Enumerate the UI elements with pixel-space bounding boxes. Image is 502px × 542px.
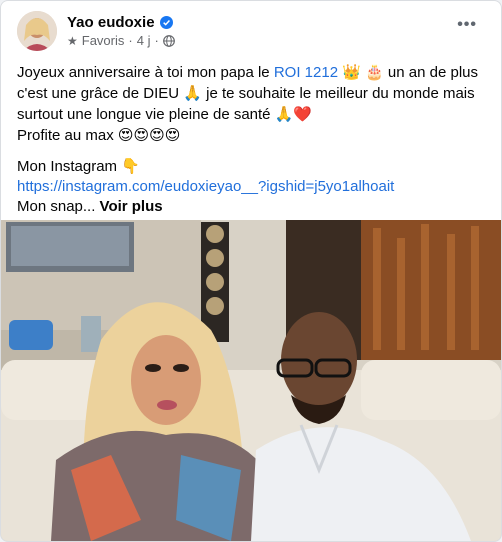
- crown-emoji: 👑: [342, 63, 361, 81]
- globe-icon: [162, 34, 175, 47]
- post-header: Yao eudoxie ★ Favoris · 4 j · •••: [17, 11, 491, 55]
- message-line: https://instagram.com/eudoxieyao__?igshi…: [17, 177, 487, 197]
- snap-label: Mon snap...: [17, 198, 100, 215]
- message-line: surtout une longue vie pleine de santé 🙏…: [17, 104, 487, 125]
- favorites-label[interactable]: Favoris: [82, 33, 125, 48]
- pray-heart-emoji: 🙏❤️: [274, 105, 313, 123]
- verified-badge-icon: [159, 16, 173, 29]
- author-name[interactable]: Yao eudoxie: [67, 14, 155, 31]
- message-line: c'est une grâce de DIEU 🙏 je te souhaite…: [17, 83, 487, 104]
- tag-link[interactable]: ROI 1212: [274, 64, 338, 81]
- cake-emoji: 🎂: [365, 63, 384, 81]
- message-line: Mon snap... Voir plus: [17, 197, 487, 217]
- instagram-link[interactable]: https://instagram.com/eudoxieyao__?igshi…: [17, 178, 394, 195]
- instagram-label: Mon Instagram: [17, 158, 122, 175]
- message-text: surtout une longue vie pleine de santé: [17, 106, 275, 123]
- more-options-icon[interactable]: •••: [457, 17, 477, 33]
- meta-separator: ·: [128, 33, 133, 48]
- message-line: Profite au max 😍😍😍😍: [17, 125, 487, 146]
- message-line: Joyeux anniversaire à toi mon papa le RO…: [17, 62, 487, 83]
- message-text: un an de plus: [383, 64, 479, 81]
- heart-eyes-emoji: 😍😍😍😍: [117, 126, 181, 144]
- message-text: Profite au max: [17, 127, 118, 144]
- point-down-emoji: 👇: [121, 157, 140, 175]
- message-line: Mon Instagram 👇: [17, 156, 487, 177]
- post-card: Yao eudoxie ★ Favoris · 4 j · ••• Joyeux…: [0, 0, 502, 542]
- message-text: c'est une grâce de DIEU: [17, 85, 184, 102]
- see-more-button[interactable]: Voir plus: [100, 198, 163, 215]
- star-icon: ★: [67, 33, 78, 48]
- message-text: je te souhaite le meilleur du monde mais: [201, 85, 475, 102]
- post-timestamp[interactable]: 4 j: [137, 33, 151, 48]
- author-avatar[interactable]: [17, 11, 57, 51]
- message-text: Joyeux anniversaire à toi mon papa le: [17, 64, 274, 81]
- post-photo[interactable]: [1, 220, 501, 541]
- post-message: Joyeux anniversaire à toi mon papa le RO…: [17, 62, 487, 217]
- meta-separator: ·: [154, 33, 159, 48]
- pray-emoji: 🙏: [183, 84, 202, 102]
